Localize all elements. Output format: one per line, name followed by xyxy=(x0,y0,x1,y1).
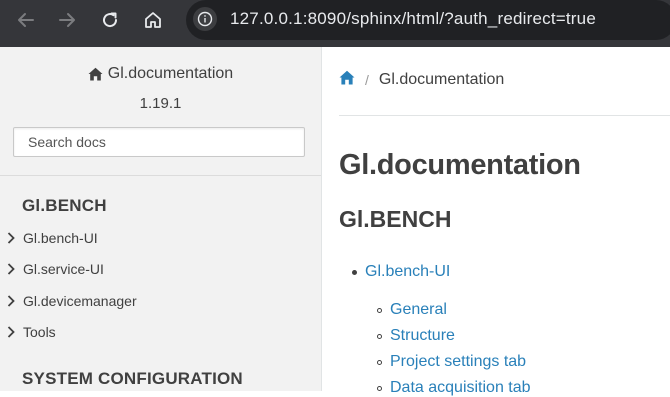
site-info-icon[interactable] xyxy=(193,7,217,31)
section-title: Gl.BENCH xyxy=(339,206,452,232)
chevron-right-icon xyxy=(0,232,22,244)
chevron-right-icon xyxy=(0,326,22,338)
breadcrumb-divider xyxy=(339,115,670,116)
sidebar-separator xyxy=(0,175,321,176)
version-label: 1.19.1 xyxy=(139,95,182,112)
sidebar-item-label: Gl.service-UI xyxy=(23,261,104,277)
sidebar-caption-glbench: Gl.BENCH xyxy=(22,196,107,215)
toc-link-general[interactable]: General xyxy=(390,301,447,319)
page-title: Gl.documentation xyxy=(339,149,581,181)
sidebar-item-glservice-ui[interactable]: Gl.service-UI xyxy=(0,257,321,281)
bullet-circle xyxy=(377,386,382,391)
breadcrumb-separator: / xyxy=(365,72,369,88)
sidebar-brand-title: Gl.documentation xyxy=(107,65,234,82)
url-path: :8090/sphinx/html/?auth_redirect=true xyxy=(302,9,596,28)
arrow-right-icon xyxy=(59,13,75,27)
breadcrumb-home-link[interactable] xyxy=(339,70,355,90)
sidebar-item-label: Tools xyxy=(23,324,56,340)
sidebar-item-glbench-ui[interactable]: Gl.bench-UI xyxy=(0,226,321,250)
breadcrumb-current: Gl.documentation xyxy=(378,71,505,88)
toc-link-glbench-ui[interactable]: Gl.bench-UI xyxy=(365,263,450,281)
bullet-dot xyxy=(352,270,357,275)
toc-link-project-settings-tab[interactable]: Project settings tab xyxy=(390,353,526,371)
sidebar-item-tools[interactable]: Tools xyxy=(0,320,321,344)
bullet-circle xyxy=(377,360,382,365)
arrow-left-icon xyxy=(18,13,34,27)
home-icon xyxy=(339,70,355,85)
back-button[interactable] xyxy=(6,0,46,40)
chevron-right-icon xyxy=(0,295,22,307)
chevron-right-icon xyxy=(0,263,22,275)
search-input[interactable] xyxy=(13,127,305,157)
toc-link-data-acquisition-tab[interactable]: Data acquisition tab xyxy=(390,379,531,397)
forward-button[interactable] xyxy=(47,0,87,40)
sidebar-item-label: Gl.bench-UI xyxy=(23,230,98,246)
breadcrumb: / Gl.documentation xyxy=(339,70,504,90)
toc-link-structure[interactable]: Structure xyxy=(390,327,455,345)
home-icon xyxy=(145,12,161,28)
url-text[interactable]: 127.0.0.1:8090/sphinx/html/?auth_redirec… xyxy=(230,9,596,29)
url-host: 127.0.0.1 xyxy=(230,9,303,28)
sidebar-item-label: Gl.devicemanager xyxy=(23,293,137,309)
home-button[interactable] xyxy=(133,0,173,40)
bullet-circle xyxy=(377,334,382,339)
sidebar-caption-system-configuration: SYSTEM CONFIGURATION xyxy=(22,369,243,388)
bullet-circle xyxy=(377,308,382,313)
reload-button[interactable] xyxy=(90,0,130,40)
sidebar-brand-link[interactable]: Gl.documentation xyxy=(0,65,321,83)
reload-icon xyxy=(103,12,118,28)
home-icon xyxy=(88,67,103,81)
sidebar-item-gldevicemanager[interactable]: Gl.devicemanager xyxy=(0,289,321,313)
